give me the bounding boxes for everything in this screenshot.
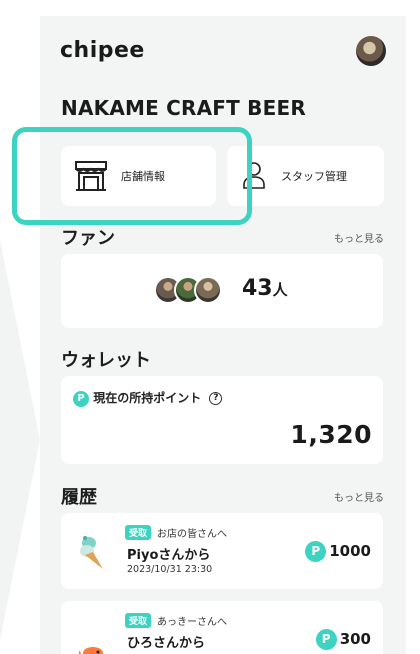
help-icon[interactable]: ? (209, 392, 223, 405)
app-panel: chipee NAKAME CRAFT BEER 店舗情報 スタッフ管理 ファン… (40, 16, 406, 654)
shop-info-label: 店舗情報 (121, 170, 165, 183)
app-logo[interactable]: chipee (60, 38, 386, 63)
history-points-value: 1000 (329, 542, 371, 560)
history-more-link[interactable]: もっと見る (334, 489, 384, 504)
history-item[interactable]: 受取 あっきーさんへ ひろさんから P 300 (61, 601, 383, 654)
history-item[interactable]: 受取 お店の皆さんへ Piyoさんから 2023/10/31 23:30 P 10… (61, 513, 383, 589)
ice-cream-icon (80, 536, 103, 569)
history-recipient: お店の皆さんへ (157, 529, 227, 540)
person-icon (243, 162, 265, 189)
received-tag: 受取 (125, 525, 152, 540)
wallet-title: ウォレット (61, 350, 151, 371)
staff-management-button[interactable]: スタッフ管理 (227, 146, 384, 206)
history-points-value: 300 (339, 630, 371, 648)
fans-more-link[interactable]: もっと見る (334, 230, 384, 245)
fan-count-number: 43 (242, 276, 273, 301)
point-icon: P (73, 390, 89, 407)
user-avatar[interactable] (356, 36, 386, 66)
history-title: 履歴 (61, 487, 97, 508)
fan-count-unit: 人 (272, 281, 288, 299)
app-header: chipee (60, 36, 386, 72)
wallet-card: P 現在の所持ポイント ? 1,320 (61, 376, 383, 464)
fan-count: 43人 (242, 276, 288, 301)
shop-name: NAKAME CRAFT BEER (61, 96, 306, 120)
store-icon (75, 161, 107, 191)
point-icon: P (305, 541, 327, 562)
fans-title: ファン (61, 228, 115, 249)
history-recipient: あっきーさんへ (157, 617, 227, 628)
staff-management-label: スタッフ管理 (281, 170, 347, 183)
history-sender: ひろさんから (127, 636, 206, 651)
history-points: P 300 (315, 629, 371, 650)
background-shape (0, 240, 40, 640)
fans-card[interactable]: 43人 (61, 254, 383, 328)
fish-icon (79, 647, 103, 654)
fan-avatar (194, 276, 222, 304)
history-sender: Piyoさんから (127, 548, 211, 563)
current-points-value: 1,320 (290, 420, 372, 449)
received-tag: 受取 (125, 613, 152, 628)
history-date: 2023/10/31 23:30 (127, 564, 213, 575)
history-points: P 1000 (305, 541, 371, 562)
shop-info-button[interactable]: 店舗情報 (61, 146, 216, 206)
point-icon: P (315, 629, 337, 650)
current-points-text: 現在の所持ポイント (93, 391, 202, 405)
current-points-label: P 現在の所持ポイント ? (73, 389, 223, 407)
